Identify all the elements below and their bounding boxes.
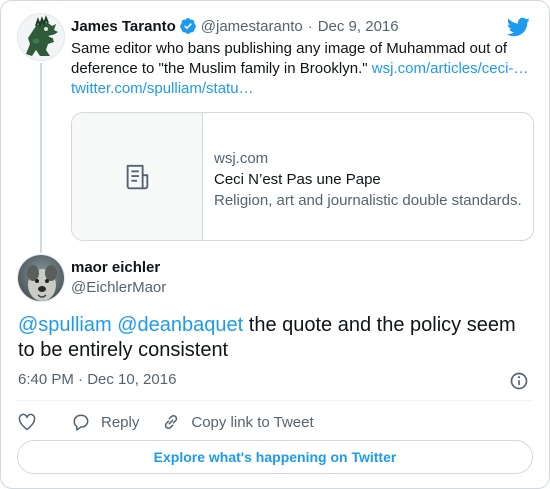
link-preview-card[interactable]: wsj.com Ceci N’est Pas une Pape Religion… — [71, 112, 534, 241]
reply-icon — [73, 414, 89, 431]
reply-handle[interactable]: @EichlerMaor — [71, 279, 166, 296]
preview-description: Religion, art and journalistic double st… — [214, 192, 522, 209]
action-bar: Reply Copy link to Tweet — [17, 409, 336, 435]
header-separator: · — [307, 17, 313, 35]
quoted-tweet-link[interactable]: twitter.com/spulliam/statu… — [71, 80, 254, 97]
parent-date[interactable]: Dec 9, 2016 — [318, 18, 399, 35]
link-icon — [165, 414, 178, 430]
dinosaur-avatar-image — [18, 14, 64, 60]
copy-link-label: Copy link to Tweet — [191, 413, 314, 431]
dog-avatar-image — [18, 255, 64, 301]
mention-spulliam[interactable]: @spulliam — [18, 314, 112, 336]
divider — [17, 400, 533, 401]
preview-body: wsj.com Ceci N’est Pas une Pape Religion… — [214, 149, 523, 211]
reply-avatar[interactable] — [17, 254, 65, 302]
heart-icon — [18, 413, 36, 431]
parent-author-name[interactable]: James Taranto — [71, 18, 176, 35]
article-link[interactable]: wsj.com/articles/ceci-… — [372, 60, 529, 77]
copy-link-button[interactable]: Copy link to Tweet — [161, 412, 314, 432]
explore-button-label: Explore what's happening on Twitter — [153, 449, 397, 465]
preview-title: Ceci N’est Pas une Pape — [214, 171, 381, 188]
parent-handle[interactable]: @jamestaranto — [201, 18, 303, 35]
explore-button[interactable]: Explore what's happening on Twitter — [17, 440, 533, 474]
tweet-embed-card: James Taranto @jamestaranto · Dec 9, 201… — [0, 0, 550, 489]
verified-badge-icon — [179, 18, 196, 34]
preview-thumbnail — [72, 113, 203, 240]
parent-avatar[interactable] — [17, 13, 65, 61]
parent-tweet-text: Same editor who bans publishing any imag… — [71, 39, 536, 99]
thread-line — [40, 63, 42, 253]
reply-tweet-text: @spulliam @deanbaquet the quote and the … — [18, 313, 528, 363]
preview-domain: wsj.com — [214, 150, 269, 167]
document-icon — [126, 164, 149, 189]
mention-deanbaquet[interactable]: @deanbaquet — [117, 314, 243, 336]
reply-timestamp[interactable]: 6:40 PM · Dec 10, 2016 — [18, 371, 176, 388]
reply-button-label: Reply — [101, 413, 140, 431]
bird-icon[interactable] — [506, 15, 530, 39]
parent-tweet-header: James Taranto @jamestaranto · Dec 9, 201… — [71, 17, 399, 35]
info-icon[interactable] — [509, 371, 529, 391]
reply-author-name[interactable]: maor eichler — [71, 259, 160, 276]
reply-button[interactable]: Reply — [71, 412, 139, 432]
like-button[interactable] — [17, 412, 37, 432]
